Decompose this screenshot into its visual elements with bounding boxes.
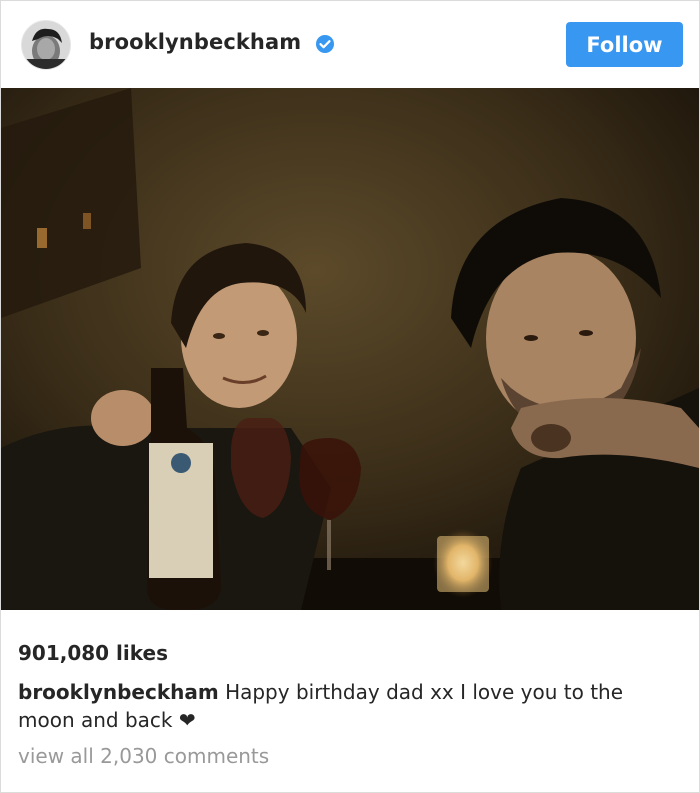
photo-image	[1, 88, 699, 610]
post-card: brooklynbeckham Follow 901,080 likes bro…	[0, 0, 700, 793]
avatar-image	[22, 21, 70, 69]
caption: brooklynbeckham Happy birthday dad xx I …	[18, 678, 678, 734]
post-header: brooklynbeckham Follow	[1, 1, 699, 87]
username[interactable]: brooklynbeckham	[89, 30, 301, 54]
caption-username[interactable]: brooklynbeckham	[18, 680, 219, 704]
avatar[interactable]	[21, 20, 71, 70]
follow-button[interactable]: Follow	[566, 22, 683, 67]
view-comments-link[interactable]: view all 2,030 comments	[18, 744, 269, 768]
post-photo[interactable]	[1, 88, 699, 610]
likes-count[interactable]: 901,080 likes	[18, 641, 168, 665]
verified-badge-icon	[316, 35, 334, 53]
